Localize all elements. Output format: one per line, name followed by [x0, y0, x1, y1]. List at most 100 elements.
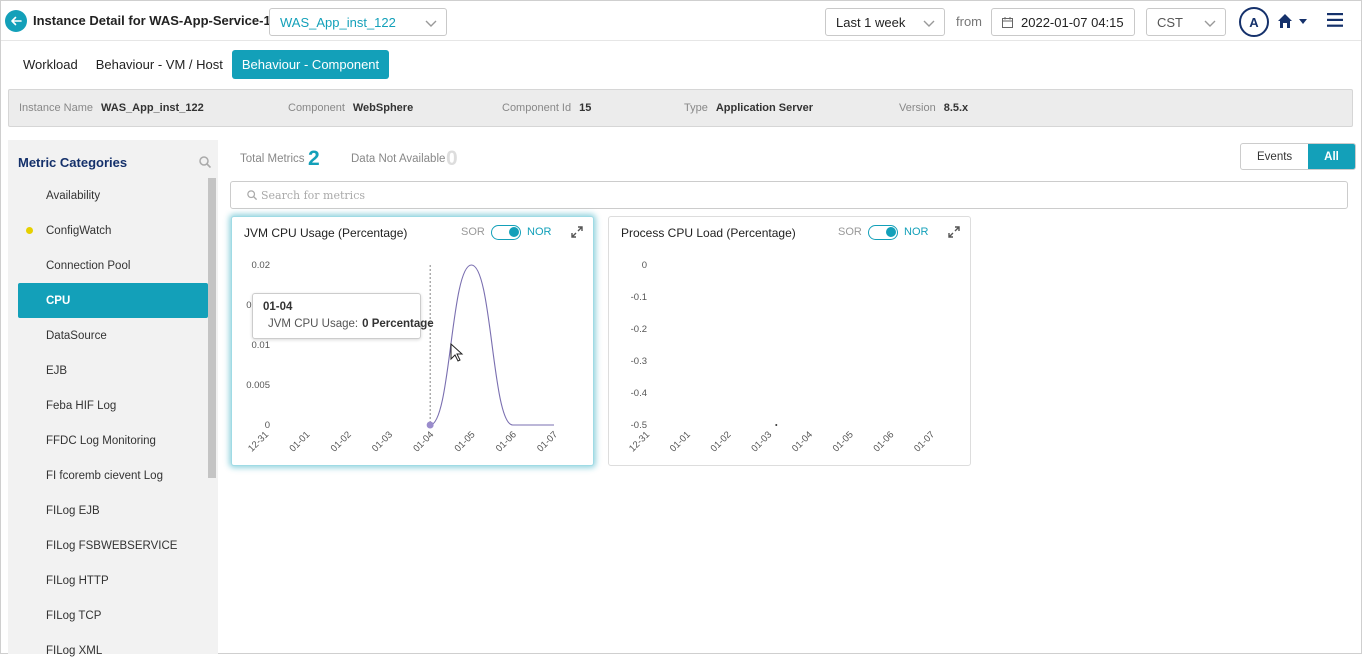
tab-workload[interactable]: Workload	[14, 50, 87, 79]
x-tick-label: 01-03	[370, 429, 395, 454]
menu-icon	[1327, 13, 1343, 27]
home-menu-button[interactable]	[1277, 13, 1309, 32]
sidebar-item-label: FILog FSBWEBSERVICE	[46, 539, 178, 552]
sor-nor-toggle[interactable]	[868, 225, 898, 240]
card-title: Process CPU Load (Percentage)	[621, 226, 796, 240]
total-metrics-count: 2	[308, 147, 320, 170]
page-title: Instance Detail for WAS-App-Service-122	[33, 13, 286, 28]
metric-card-process-cpu[interactable]: Process CPU Load (Percentage) SOR NOR 0 -…	[608, 216, 971, 466]
data-point	[775, 424, 778, 426]
x-tick-label: 01-03	[749, 429, 774, 454]
sor-nor-toggle[interactable]	[491, 225, 521, 240]
sidebar-item-label: FILog TCP	[46, 609, 102, 622]
metrics-search-input[interactable]: Search for metrics	[230, 181, 1348, 209]
instance-select-value: WAS_App_inst_122	[280, 14, 396, 30]
x-tick-label: 01-06	[871, 429, 896, 454]
sidebar-item-ejb[interactable]: EJB	[18, 353, 208, 388]
sidebar-item-label: FILog XML	[46, 644, 103, 657]
sidebar-item-feba-hif-log[interactable]: Feba HIF Log	[18, 388, 208, 423]
info-instance-name: Instance Name WAS_App_inst_122	[19, 102, 204, 114]
sidebar-title: Metric Categories	[18, 155, 128, 170]
y-tick-label: 0.01	[252, 340, 271, 351]
nor-label: NOR	[904, 226, 929, 238]
expand-icon[interactable]	[948, 226, 960, 238]
metrics-search-placeholder: Search for metrics	[261, 188, 365, 202]
x-tick-label: 12-31	[246, 429, 271, 454]
jvm-cpu-chart: 00.0050.010.0150.0212-3101-0101-0201-030…	[246, 260, 560, 454]
sidebar-scrollbar[interactable]	[208, 178, 216, 478]
tooltip-row: JVM CPU Usage: 0 Percentage	[263, 318, 434, 330]
sidebar-item-filog-fsbwebservice[interactable]: FILog FSBWEBSERVICE	[18, 528, 208, 563]
hamburger-menu-button[interactable]	[1327, 13, 1343, 30]
sidebar-item-filog-tcp[interactable]: FILog TCP	[18, 598, 208, 633]
sidebar-item-configwatch[interactable]: ConfigWatch	[18, 213, 208, 248]
top-bar: Instance Detail for WAS-App-Service-122 …	[1, 1, 1361, 41]
x-tick-label: 01-05	[831, 429, 856, 454]
sidebar-item-label: Connection Pool	[46, 259, 131, 272]
sidebar-item-label: EJB	[46, 364, 68, 377]
sidebar-item-filog-xml[interactable]: FILog XML	[18, 633, 208, 668]
sidebar-item-availability[interactable]: Availability	[18, 178, 208, 213]
calendar-icon	[1002, 16, 1013, 28]
sidebar-item-label: ConfigWatch	[46, 224, 112, 237]
y-tick-label: -0.4	[631, 388, 647, 399]
sidebar-item-label: FI fcoremb cievent Log	[46, 469, 163, 482]
back-arrow-icon[interactable]	[5, 10, 27, 32]
avatar-letter: A	[1249, 14, 1259, 30]
tooltip-series-label: JVM CPU Usage:	[268, 318, 359, 330]
from-date-picker[interactable]: 2022-01-07 04:15	[991, 8, 1135, 36]
sidebar-item-label: FILog EJB	[46, 504, 100, 517]
metric-card-jvm-cpu[interactable]: JVM CPU Usage (Percentage) SOR NOR 0 0.00…	[231, 216, 594, 466]
instance-select[interactable]: WAS_App_inst_122	[269, 8, 447, 36]
y-tick-label: 0	[265, 420, 270, 431]
process-cpu-chart: 0 -0.1 -0.2 -0.3 -0.4 -0.512-31 01-01 01-02 01-0…	[627, 260, 937, 454]
expand-icon[interactable]	[571, 226, 583, 238]
instance-info-bar: Instance Name WAS_App_inst_122 Component W…	[8, 89, 1353, 127]
y-tick-label: -0.3	[631, 356, 647, 367]
sidebar-item-label: FFDC Log Monitoring	[46, 434, 156, 447]
y-tick-label: -0.2	[631, 324, 647, 335]
sidebar-item-datasource[interactable]: DataSource	[18, 318, 208, 353]
tab-behaviour-vm-host[interactable]: Behaviour - VM / Host	[87, 50, 232, 79]
sidebar-item-label: Availability	[46, 189, 101, 202]
sidebar-item-label: FILog HTTP	[46, 574, 109, 587]
sidebar-item-ffdc-log-monitoring[interactable]: FFDC Log Monitoring	[18, 423, 208, 458]
x-tick-label: 01-02	[709, 429, 734, 454]
x-tick-label: 01-06	[494, 429, 519, 454]
sidebar-item-connection-pool[interactable]: Connection Pool	[18, 248, 208, 283]
events-button[interactable]: Events	[1241, 144, 1308, 169]
info-version: Version 8.5.x	[899, 102, 969, 114]
data-not-available-count: 0	[446, 147, 458, 170]
search-icon[interactable]	[199, 156, 211, 168]
timezone-select[interactable]: CST	[1146, 8, 1226, 36]
info-component-id: Component Id 15	[502, 102, 592, 114]
series-line	[429, 264, 554, 426]
x-tick-label: 01-04	[411, 429, 436, 454]
x-tick-label: 01-02	[329, 429, 354, 454]
sidebar-item-fi-fcoremb-cievent-log[interactable]: FI fcoremb cievent Log	[18, 458, 208, 493]
sidebar-item-label: DataSource	[46, 329, 107, 342]
x-tick-label: 12-31	[627, 429, 652, 454]
x-tick-label: 01-05	[453, 429, 478, 454]
y-tick-label: 0	[642, 260, 647, 271]
tab-behaviour-component[interactable]: Behaviour - Component	[231, 50, 390, 79]
from-label: from	[956, 14, 982, 29]
toggle-knob	[886, 227, 896, 237]
sidebar-item-filog-http[interactable]: FILog HTTP	[18, 563, 208, 598]
y-tick-label: 0.005	[246, 380, 270, 391]
x-tick-label: 01-07	[912, 429, 937, 454]
time-range-select[interactable]: Last 1 week	[825, 8, 945, 36]
sidebar-item-cpu[interactable]: CPU	[18, 283, 208, 318]
events-all-toggle: Events All	[1240, 143, 1356, 170]
chart-tooltip: 01-04 JVM CPU Usage: 0 Percentage	[252, 293, 434, 339]
sidebar-item-filog-ejb[interactable]: FILog EJB	[18, 493, 208, 528]
all-button[interactable]: All	[1308, 144, 1355, 169]
tab-bar: Workload Behaviour - VM / Host Behaviour…	[14, 50, 390, 79]
y-tick-label: 0.02	[252, 260, 271, 271]
time-range-value: Last 1 week	[836, 14, 906, 30]
avatar[interactable]: A	[1239, 7, 1269, 37]
sidebar-item-label: Feba HIF Log	[46, 399, 117, 412]
timezone-value: CST	[1157, 14, 1183, 30]
tooltip-value: 0 Percentage	[362, 318, 434, 330]
nor-label: NOR	[527, 226, 552, 238]
